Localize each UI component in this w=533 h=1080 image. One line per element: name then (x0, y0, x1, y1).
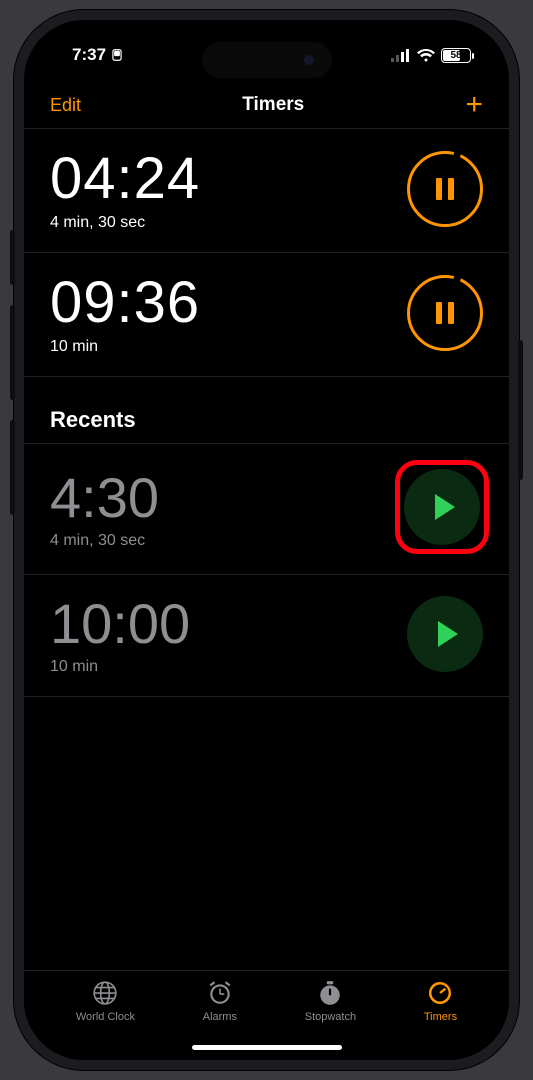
active-timer-row[interactable]: 04:24 4 min, 30 sec (24, 128, 509, 253)
stopwatch-icon (316, 979, 344, 1007)
phone-frame: 7:37 58 Edit Timers + 04:24 4 min, 3 (14, 10, 519, 1070)
globe-icon (91, 979, 119, 1007)
edit-button[interactable]: Edit (50, 95, 81, 116)
battery-percent: 58 (450, 50, 461, 61)
pause-icon (436, 178, 454, 200)
start-button[interactable] (407, 596, 483, 672)
timer-list: 04:24 4 min, 30 sec 09:36 10 min R (24, 128, 509, 970)
alarm-icon (206, 979, 234, 1007)
pause-icon (436, 302, 454, 324)
timer-value: 4:30 (50, 465, 159, 530)
tab-label: Alarms (203, 1011, 237, 1023)
timer-label: 10 min (50, 338, 200, 356)
page-title: Timers (242, 94, 304, 116)
mute-switch (10, 230, 15, 285)
volume-up-button (10, 305, 15, 400)
timer-label: 4 min, 30 sec (50, 532, 159, 550)
timer-label: 10 min (50, 658, 190, 676)
nav-header: Edit Timers + (24, 80, 509, 128)
wifi-icon (417, 49, 435, 62)
add-timer-button[interactable]: + (465, 95, 483, 115)
screen: 7:37 58 Edit Timers + 04:24 4 min, 3 (24, 20, 509, 1060)
pause-button[interactable] (407, 275, 483, 351)
power-button (518, 340, 523, 480)
recents-header: Recents (24, 377, 509, 443)
tab-world-clock[interactable]: World Clock (76, 979, 135, 1023)
cellular-icon (391, 49, 411, 62)
recent-timer-row[interactable]: 4:30 4 min, 30 sec (24, 443, 509, 575)
status-time: 7:37 (72, 45, 106, 65)
annotation-highlight (395, 460, 489, 554)
volume-down-button (10, 420, 15, 515)
timer-icon (426, 979, 454, 1007)
battery-icon: 58 (441, 48, 471, 63)
timer-remaining: 04:24 (50, 145, 200, 212)
tab-stopwatch[interactable]: Stopwatch (305, 979, 356, 1023)
clock-status-icon (110, 48, 124, 62)
tab-timers[interactable]: Timers (424, 979, 457, 1023)
timer-label: 4 min, 30 sec (50, 214, 200, 232)
active-timer-row[interactable]: 09:36 10 min (24, 253, 509, 377)
play-icon (435, 494, 455, 520)
home-indicator[interactable] (192, 1045, 342, 1050)
timer-remaining: 09:36 (50, 269, 200, 336)
play-icon (438, 621, 458, 647)
start-button[interactable] (404, 469, 480, 545)
timer-value: 10:00 (50, 591, 190, 656)
tab-label: Stopwatch (305, 1011, 356, 1023)
tab-label: World Clock (76, 1011, 135, 1023)
recent-timer-row[interactable]: 10:00 10 min (24, 575, 509, 697)
tab-alarms[interactable]: Alarms (203, 979, 237, 1023)
dynamic-island (202, 42, 332, 78)
pause-button[interactable] (407, 151, 483, 227)
tab-label: Timers (424, 1011, 457, 1023)
